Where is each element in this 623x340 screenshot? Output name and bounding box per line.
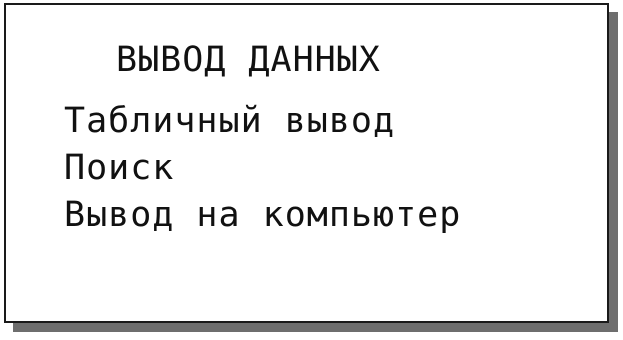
menu-item-output-to-computer[interactable]: Вывод на компьютер (64, 192, 461, 239)
data-output-menu: Табличный вывод Поиск Вывод на компьютер (64, 98, 461, 239)
screen-title: ВЫВОД ДАННЫХ (116, 40, 381, 80)
lcd-screen: ВЫВОД ДАННЫХ Табличный вывод Поиск Вывод… (4, 3, 609, 323)
menu-item-search[interactable]: Поиск (64, 145, 461, 192)
menu-item-table-output[interactable]: Табличный вывод (64, 98, 461, 145)
